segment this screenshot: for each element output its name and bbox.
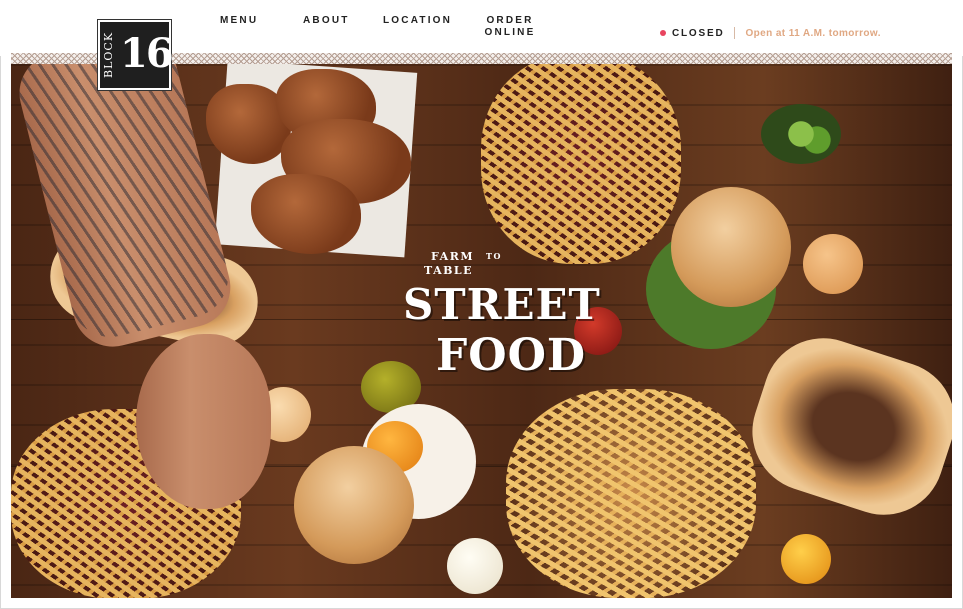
loaded-fries — [481, 64, 681, 264]
opening-note: Open at 11 A.M. tomorrow. — [745, 27, 881, 39]
title-farm: FARM — [431, 250, 475, 263]
nav-menu[interactable]: MENU — [220, 15, 258, 27]
burger-bun — [671, 187, 791, 307]
brand-logo[interactable]: BLOCK 16 — [98, 20, 174, 90]
logo-number: 16 — [120, 30, 174, 77]
hero-image: FARM TO TABLE STREET FOOD — [11, 64, 952, 598]
hand — [136, 334, 271, 509]
sandwich-bun — [294, 446, 414, 564]
arm-tattoo — [11, 64, 237, 346]
mustard-cup — [781, 534, 831, 584]
site-header: BLOCK 16 MENU ABOUT LOCATION ORDER ONLIN… — [0, 0, 963, 90]
status-divider — [734, 27, 736, 39]
nav-order-online[interactable]: ORDER ONLINE — [481, 15, 539, 39]
hotdog — [736, 322, 952, 531]
title-table: TABLE — [424, 264, 474, 277]
aioli-cup — [447, 538, 503, 594]
open-status: CLOSED Open at 11 A.M. tomorrow. — [660, 27, 881, 39]
scallions — [761, 104, 841, 164]
nav-location[interactable]: LOCATION — [383, 15, 452, 27]
hero-title: FARM TO TABLE STREET FOOD — [391, 250, 600, 400]
status-dot-icon — [660, 30, 666, 36]
status-state: CLOSED — [672, 27, 725, 39]
title-food: FOOD — [436, 330, 587, 381]
sauce-cup — [803, 234, 863, 294]
logo-word: BLOCK — [102, 31, 115, 79]
title-to: TO — [486, 251, 502, 261]
nav-about[interactable]: ABOUT — [303, 15, 350, 27]
poutine-fries — [506, 389, 756, 598]
title-street: STREET — [403, 280, 601, 329]
